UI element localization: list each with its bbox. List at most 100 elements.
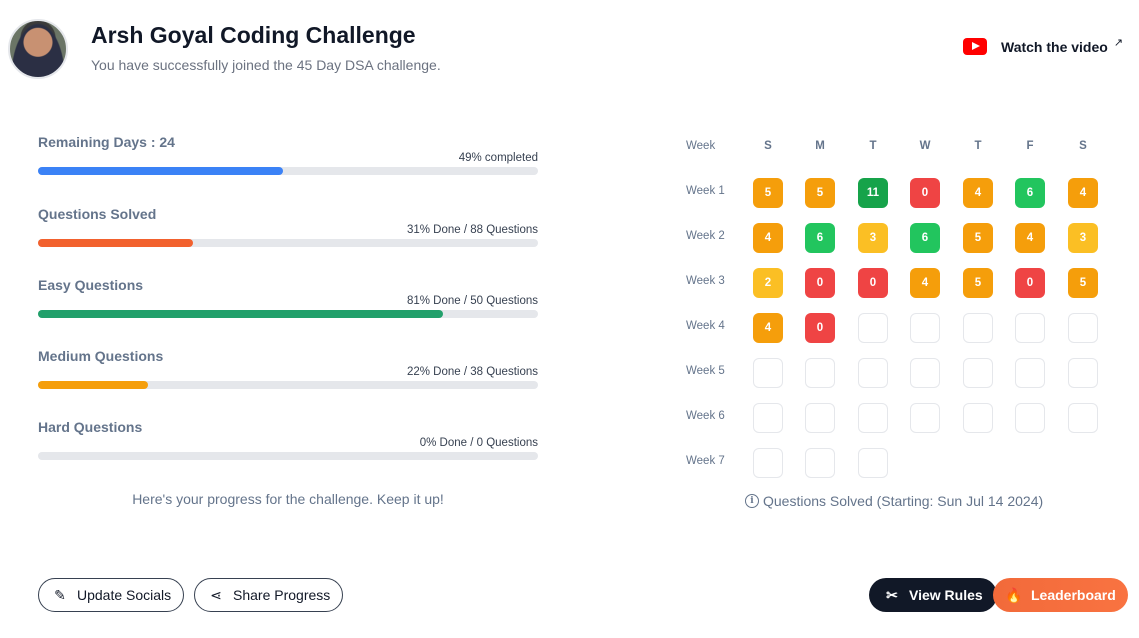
day-cell: 2	[753, 268, 783, 298]
progress-item: Medium Questions 22% Done / 38 Questions	[38, 348, 538, 389]
day-cell	[858, 313, 888, 343]
day-cell: 4	[963, 178, 993, 208]
progress-fill	[38, 381, 148, 389]
progress-track	[38, 452, 538, 460]
share-icon: ⋖	[210, 586, 222, 603]
day-cell	[1015, 403, 1045, 433]
avatar	[8, 19, 68, 79]
external-link-icon: ↗	[1113, 37, 1124, 49]
day-cell: 4	[910, 268, 940, 298]
day-cell	[910, 358, 940, 388]
day-cell	[1068, 403, 1098, 433]
day-cell: 6	[1015, 178, 1045, 208]
progress-label: Questions Solved	[38, 206, 157, 222]
progress-info: 22% Done / 38 Questions	[406, 366, 538, 378]
edit-icon: ✎	[54, 586, 66, 603]
day-cell	[910, 313, 940, 343]
day-cell: 0	[805, 268, 835, 298]
progress-track	[38, 381, 538, 389]
day-cell	[910, 403, 940, 433]
week-label: Week 3	[686, 275, 725, 287]
day-cell	[805, 448, 835, 478]
youtube-icon	[963, 38, 987, 55]
progress-label: Easy Questions	[38, 277, 144, 293]
day-cell: 0	[910, 178, 940, 208]
day-header: F	[1026, 140, 1034, 152]
day-cell	[805, 403, 835, 433]
watch-video-link[interactable]: Watch the video ↗	[963, 37, 1124, 55]
progress-fill	[38, 310, 443, 318]
progress-info: 81% Done / 50 Questions	[406, 295, 538, 307]
day-header: M	[815, 140, 825, 152]
progress-track	[38, 310, 538, 318]
progress-fill	[38, 167, 283, 175]
progress-info: 0% Done / 0 Questions	[419, 437, 538, 449]
watch-video-label: Watch the video	[1001, 38, 1108, 55]
day-cell: 0	[858, 268, 888, 298]
day-header: S	[1079, 140, 1087, 152]
day-cell	[1015, 358, 1045, 388]
day-cell	[858, 403, 888, 433]
day-cell: 0	[1015, 268, 1045, 298]
view-rules-label: View Rules	[909, 587, 983, 603]
view-rules-button[interactable]: ✂ View Rules	[869, 578, 997, 612]
progress-item: Easy Questions 81% Done / 50 Questions	[38, 277, 538, 318]
day-cell: 11	[858, 178, 888, 208]
day-cell: 6	[910, 223, 940, 253]
day-cell: 3	[1068, 223, 1098, 253]
day-cell: 5	[805, 178, 835, 208]
share-progress-button[interactable]: ⋖ Share Progress	[194, 578, 344, 612]
week-label: Week 4	[686, 320, 725, 332]
day-cell	[753, 403, 783, 433]
day-cell	[805, 358, 835, 388]
leaderboard-button[interactable]: 🔥 Leaderboard	[993, 578, 1128, 612]
page-title: Arsh Goyal Coding Challenge	[91, 22, 416, 48]
progress-item: Questions Solved 31% Done / 88 Questions	[38, 206, 538, 247]
info-icon: i	[745, 494, 759, 508]
day-cell	[963, 313, 993, 343]
day-cell: 5	[963, 223, 993, 253]
week-label: Week 1	[686, 185, 725, 197]
fire-icon: 🔥	[1005, 586, 1023, 603]
day-cell: 4	[1015, 223, 1045, 253]
calendar-legend: i Questions Solved (Starting: Sun Jul 14…	[745, 493, 1043, 509]
day-cell: 3	[858, 223, 888, 253]
progress-label: Remaining Days : 24	[38, 134, 175, 150]
progress-track	[38, 167, 538, 175]
day-cell	[963, 358, 993, 388]
day-cell	[753, 448, 783, 478]
day-cell: 0	[805, 313, 835, 343]
progress-fill	[38, 239, 193, 247]
day-cell	[963, 403, 993, 433]
week-label: Week 6	[686, 410, 725, 422]
day-cell	[1015, 313, 1045, 343]
leaderboard-label: Leaderboard	[1031, 587, 1116, 603]
day-header: T	[869, 140, 877, 152]
day-cell: 4	[1068, 178, 1098, 208]
day-cell: 4	[753, 313, 783, 343]
day-cell	[858, 358, 888, 388]
calendar-legend-text: Questions Solved (Starting: Sun Jul 14 2…	[763, 493, 1044, 509]
day-cell	[858, 448, 888, 478]
day-header: S	[764, 140, 772, 152]
update-socials-label: Update Socials	[77, 587, 172, 603]
week-label: Week 2	[686, 230, 725, 242]
day-cell	[753, 358, 783, 388]
day-cell: 5	[753, 178, 783, 208]
day-cell	[1068, 358, 1098, 388]
day-header: T	[974, 140, 982, 152]
day-header: W	[919, 140, 931, 152]
progress-label: Medium Questions	[38, 348, 164, 364]
day-cell: 4	[753, 223, 783, 253]
progress-info: 31% Done / 88 Questions	[406, 224, 538, 236]
progress-note: Here's your progress for the challenge. …	[132, 491, 444, 507]
week-label: Week 5	[686, 365, 725, 377]
rules-icon: ✂	[886, 586, 898, 603]
day-cell	[1068, 313, 1098, 343]
share-progress-label: Share Progress	[233, 587, 331, 603]
week-label: Week 7	[686, 455, 725, 467]
page-subtitle: You have successfully joined the 45 Day …	[91, 57, 441, 73]
progress-item: Remaining Days : 24 49% completed	[38, 134, 538, 175]
update-socials-button[interactable]: ✎ Update Socials	[38, 578, 185, 612]
day-cell: 5	[963, 268, 993, 298]
